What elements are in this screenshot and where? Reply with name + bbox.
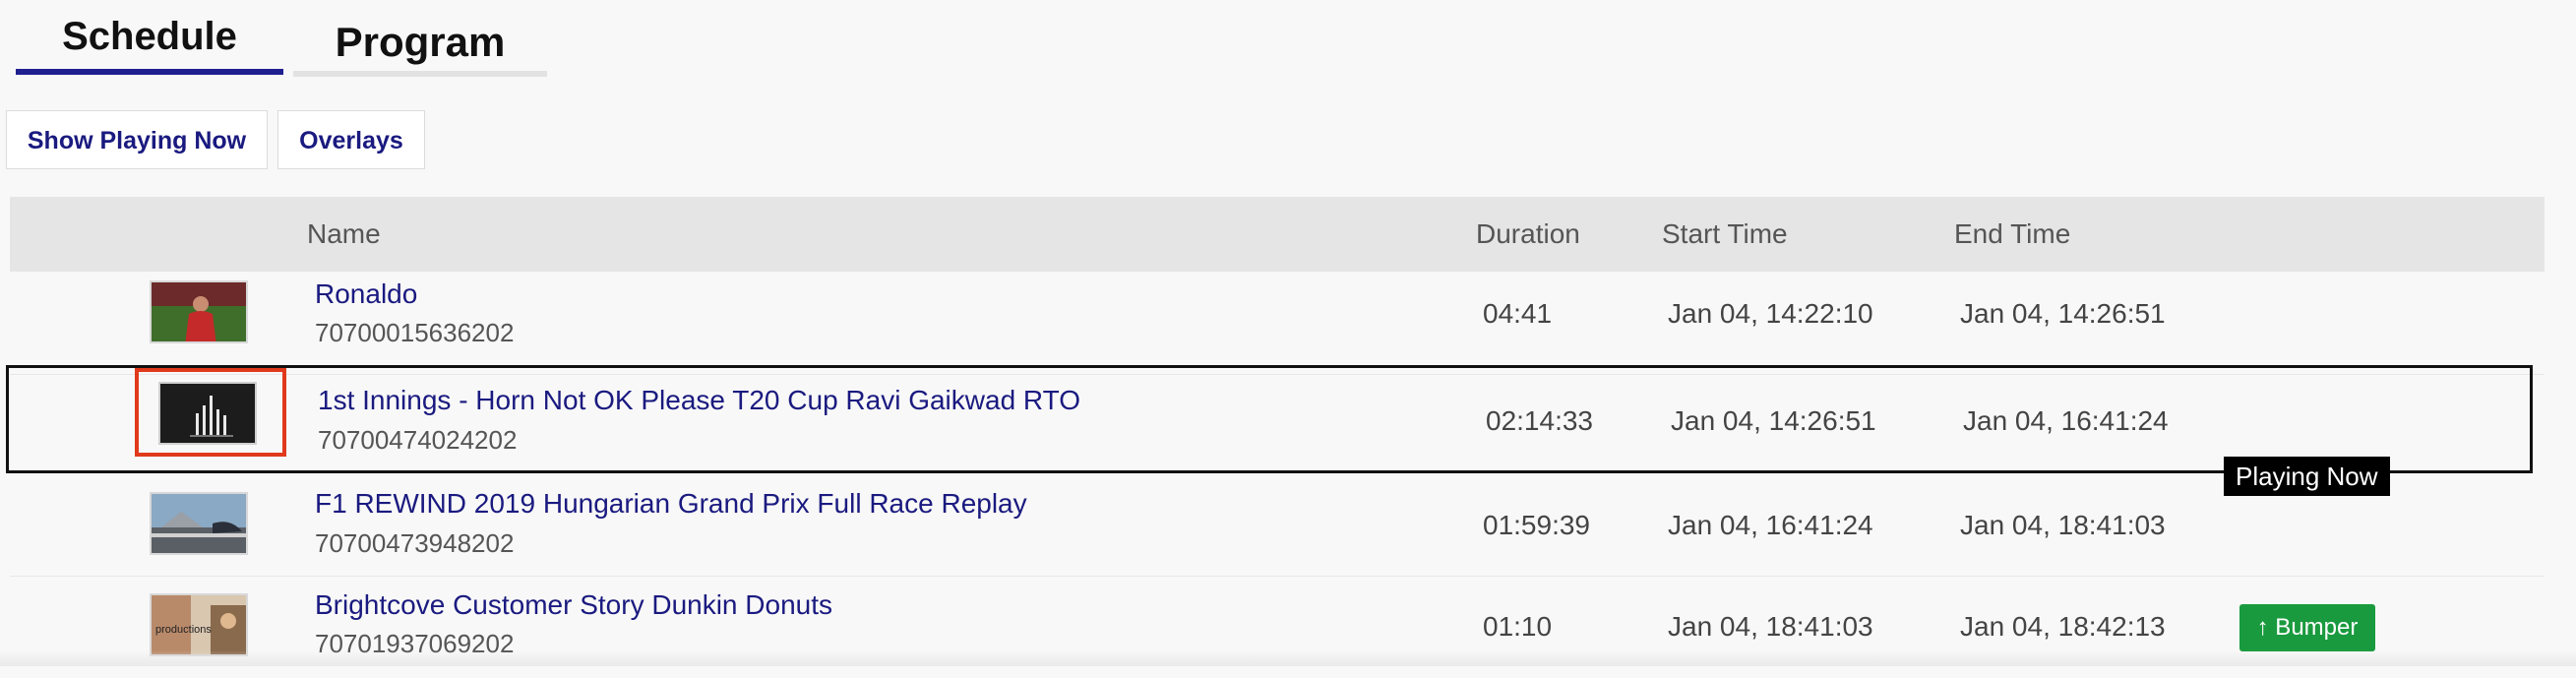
start-time: Jan 04, 16:41:24 [1668, 510, 1873, 540]
column-header-start-time[interactable]: Start Time [1662, 197, 1788, 272]
video-id: 70700473948202 [315, 528, 515, 558]
start-time: Jan 04, 14:22:10 [1668, 298, 1873, 329]
table-row[interactable]: F1 REWIND 2019 Hungarian Grand Prix Full… [10, 474, 2545, 577]
table-header: Name Duration Start Time End Time [10, 197, 2545, 272]
video-thumbnail: productions [150, 593, 248, 656]
duration: 02:14:33 [1486, 405, 1593, 436]
duration: 01:10 [1483, 611, 1553, 642]
end-time: Jan 04, 18:42:13 [1960, 611, 2166, 642]
start-time: Jan 04, 18:41:03 [1668, 611, 1873, 642]
video-title-link[interactable]: F1 REWIND 2019 Hungarian Grand Prix Full… [315, 488, 1027, 520]
column-header-name[interactable]: Name [307, 197, 381, 272]
table-row[interactable]: Ronaldo 70700015636202 04:41 Jan 04, 14:… [10, 273, 2545, 375]
tab-schedule[interactable]: Schedule [16, 10, 283, 75]
video-id: 70700015636202 [315, 318, 515, 347]
video-thumbnail [150, 492, 248, 555]
table-row-selected[interactable]: 1st Innings - Horn Not OK Please T20 Cup… [6, 365, 2533, 473]
start-time: Jan 04, 14:26:51 [1671, 405, 1876, 436]
playing-now-badge: Playing Now [2224, 457, 2390, 496]
overlays-button[interactable]: Overlays [277, 110, 425, 169]
tab-program[interactable]: Program [293, 10, 547, 77]
bottom-fade [0, 650, 2576, 666]
bumper-button[interactable]: ↑ Bumper [2239, 604, 2375, 651]
thumbnail-selection-frame[interactable] [135, 368, 286, 457]
column-header-end-time[interactable]: End Time [1954, 197, 2070, 272]
video-title-link[interactable]: Ronaldo [315, 278, 417, 310]
video-id: 70700474024202 [318, 425, 518, 455]
duration: 04:41 [1483, 298, 1553, 329]
video-title-link[interactable]: 1st Innings - Horn Not OK Please T20 Cup… [318, 385, 1080, 416]
video-thumbnail [150, 280, 248, 343]
show-playing-now-button[interactable]: Show Playing Now [6, 110, 268, 169]
end-time: Jan 04, 14:26:51 [1960, 298, 2166, 329]
tab-bar: Schedule Program [16, 10, 547, 77]
end-time: Jan 04, 18:41:03 [1960, 510, 2166, 540]
column-header-duration[interactable]: Duration [1476, 197, 1580, 272]
video-title-link[interactable]: Brightcove Customer Story Dunkin Donuts [315, 589, 832, 621]
video-thumbnail [158, 382, 257, 445]
thumbnail-text: productions [155, 624, 212, 636]
duration: 01:59:39 [1483, 510, 1590, 540]
end-time: Jan 04, 16:41:24 [1963, 405, 2169, 436]
